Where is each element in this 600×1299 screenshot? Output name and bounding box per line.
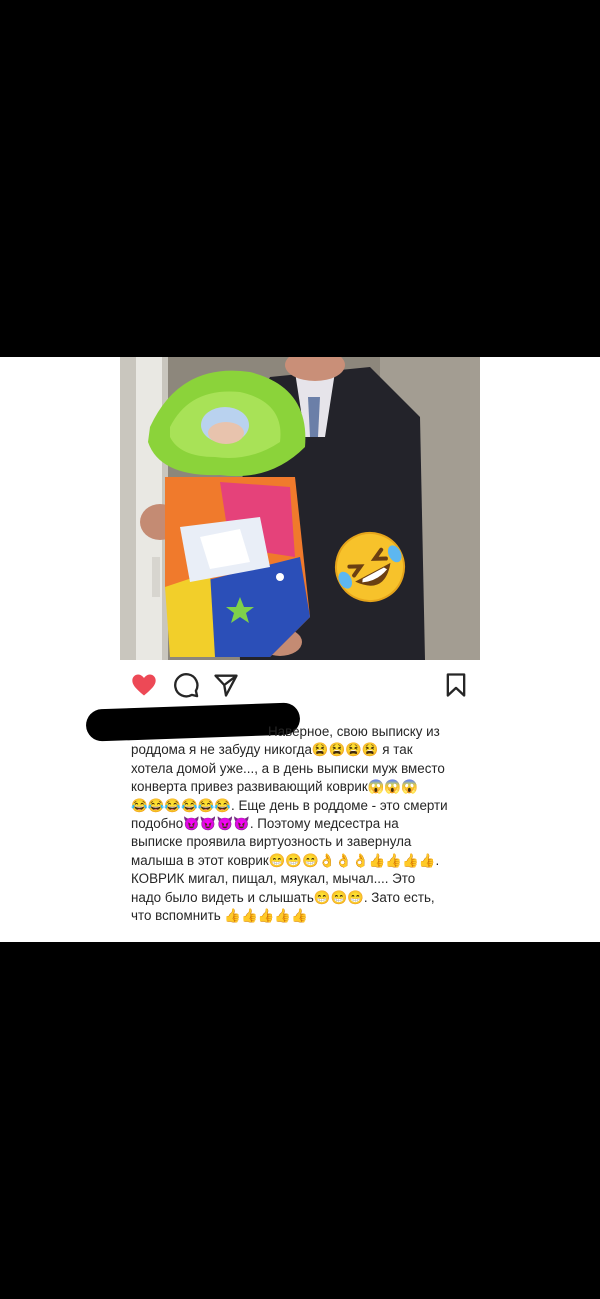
send-icon <box>214 674 238 697</box>
post-photo[interactable] <box>120 357 480 660</box>
post-card: Наверное, свою выписку из роддома я не з… <box>0 357 600 942</box>
comment-button[interactable] <box>172 671 200 699</box>
caption-line: 😂😂😂😂😂😂. Еще день в роддоме - это смерти <box>131 797 448 813</box>
caption-line: Наверное, свою выписку из <box>268 724 440 739</box>
bookmark-icon <box>446 673 466 697</box>
comment-icon <box>174 673 199 698</box>
photo-illustration <box>120 357 480 660</box>
like-button[interactable] <box>130 671 158 699</box>
post-caption: Наверное, свою выписку из роддома я не з… <box>131 723 476 925</box>
caption-line: выписке проявила виртуозность и завернул… <box>131 834 412 850</box>
caption-line: конверта привез развивающий коврик😱😱😱 <box>131 779 418 795</box>
caption-line: КОВРИК мигал, пищал, мяукал, мычал.... Э… <box>131 871 416 887</box>
caption-line: малыша в этот коврик😁😁😁👌👌👌👍👍👍👍. <box>131 852 440 868</box>
caption-line: роддома я не забуду никогда😫😫😫😫 я так <box>131 742 413 758</box>
caption-line: что вспомнить 👍👍👍👍👍 <box>131 908 308 924</box>
post-actions-bar <box>120 667 480 703</box>
caption-line: хотела домой уже..., а в день выписки му… <box>131 760 445 776</box>
share-button[interactable] <box>212 671 240 699</box>
heart-icon <box>132 674 156 696</box>
save-button[interactable] <box>442 671 470 699</box>
caption-line: подобно😈😈😈😈. Поэтому медсестра на <box>131 816 399 832</box>
caption-line: надо было видеть и слышать😁😁😁. Зато есть… <box>131 889 435 905</box>
laughing-emoji-sticker <box>335 532 405 602</box>
